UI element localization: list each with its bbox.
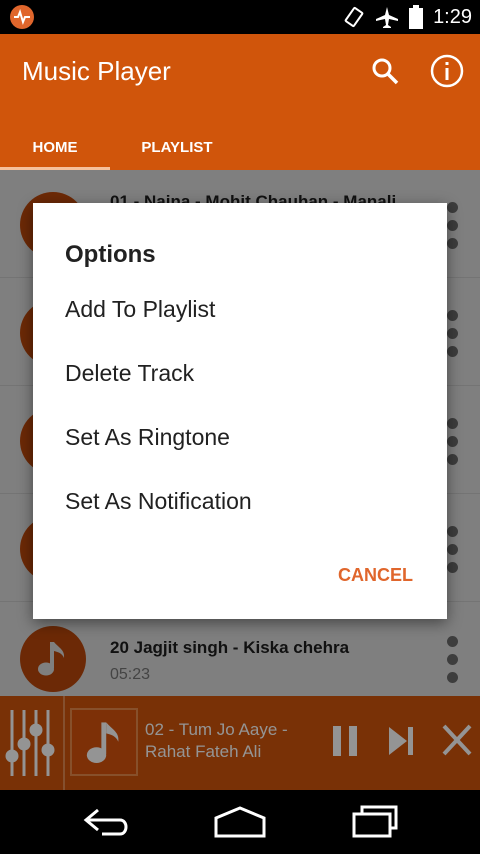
recents-icon[interactable] (350, 804, 400, 838)
option-set-as-notification[interactable]: Set As Notification (65, 481, 252, 521)
app-header: Music Player HOME PLAYLIST (0, 34, 480, 170)
tab-bar: HOME PLAYLIST (0, 124, 480, 170)
cancel-button[interactable]: CANCEL (338, 565, 413, 586)
option-delete-track[interactable]: Delete Track (65, 353, 194, 393)
options-dialog: Options Add To Playlist Delete Track Set… (33, 203, 447, 619)
status-time: 1:29 (433, 5, 472, 28)
battery-icon (409, 5, 424, 29)
airplane-mode-icon (376, 7, 399, 28)
home-icon[interactable] (212, 806, 268, 838)
search-icon[interactable] (370, 56, 400, 86)
tab-playlist[interactable]: PLAYLIST (110, 124, 244, 170)
tab-home[interactable]: HOME (0, 124, 110, 170)
option-add-to-playlist[interactable]: Add To Playlist (65, 289, 215, 329)
back-icon[interactable] (82, 806, 132, 838)
status-bar: 1:29 (0, 0, 480, 34)
dialog-title: Options (65, 241, 156, 268)
app-title: Music Player (22, 56, 171, 86)
info-icon[interactable] (430, 54, 464, 88)
status-icons: 1:29 (343, 4, 472, 30)
system-nav-bar (0, 790, 480, 854)
option-set-as-ringtone[interactable]: Set As Ringtone (65, 417, 230, 457)
screen-rotation-icon (344, 6, 364, 28)
mini-player-scrim (0, 696, 480, 790)
app-notification-icon (10, 5, 34, 29)
